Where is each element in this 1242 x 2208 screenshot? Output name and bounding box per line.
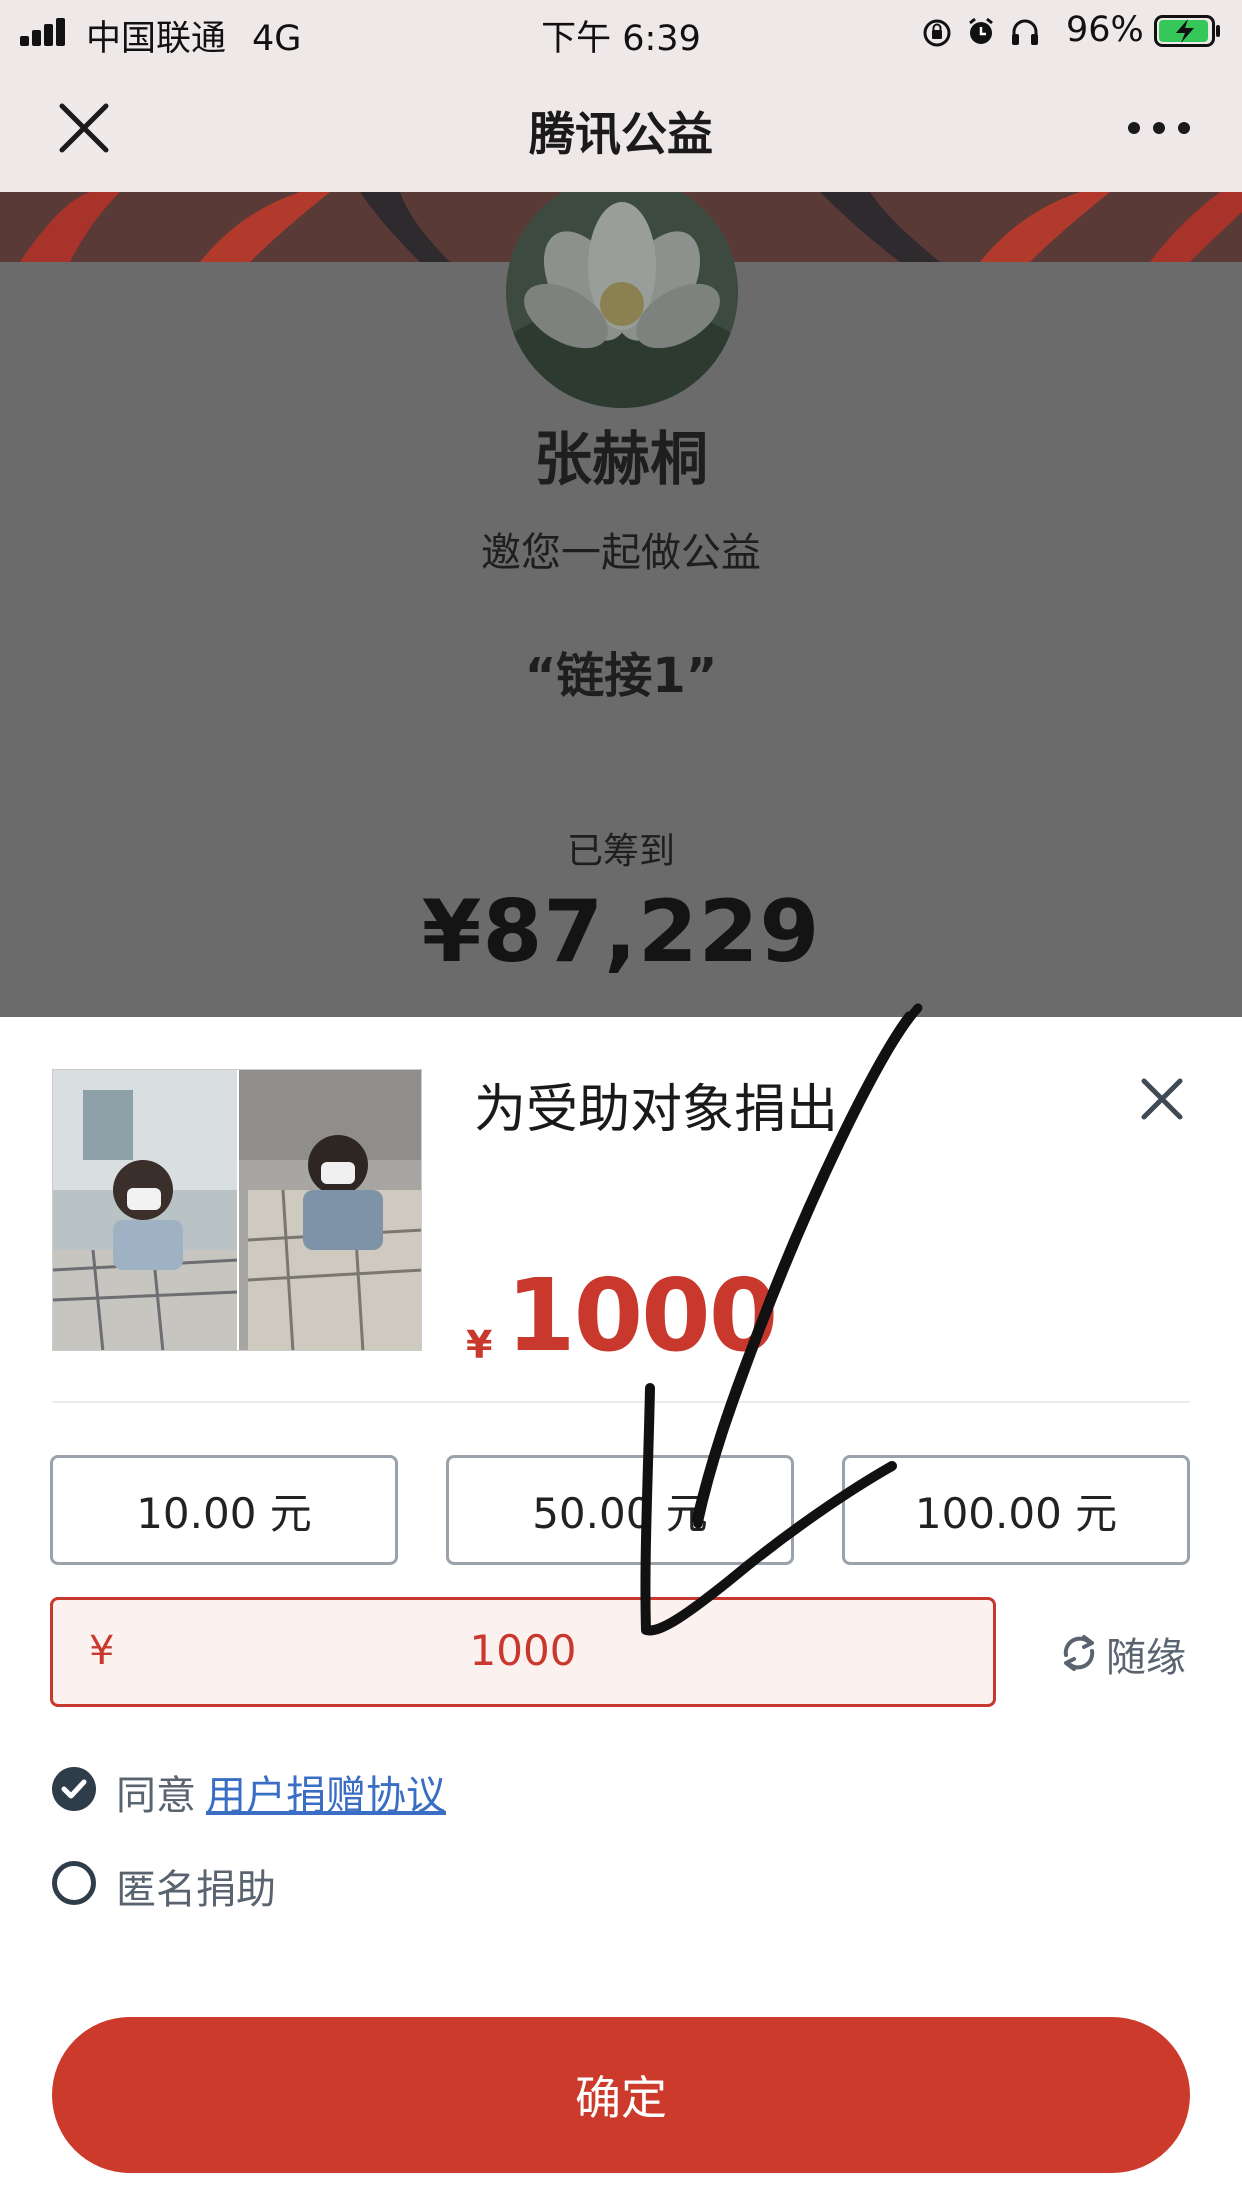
orientation-lock-icon (923, 19, 951, 47)
confirm-button[interactable]: 确定 (52, 2017, 1190, 2173)
headphones-icon (1012, 19, 1038, 45)
battery-charging-icon (1154, 15, 1220, 47)
divider (52, 1401, 1190, 1403)
avatar (506, 192, 738, 408)
preset-amount-button[interactable]: 10.00 元 (50, 1455, 398, 1565)
preset-amount-button[interactable]: 100.00 元 (842, 1455, 1190, 1565)
donation-sheet: 为受助对象捐出 ¥ 1000 10.00 元 50.00 元 100.00 元 … (0, 1017, 1242, 2208)
refresh-icon (1063, 1635, 1095, 1671)
check-circle-icon[interactable] (52, 1767, 96, 1811)
anonymous-label: 匿名捐助 (116, 1867, 276, 1913)
invite-text: 邀您一起做公益 (481, 530, 761, 576)
more-icon[interactable] (1126, 114, 1192, 142)
close-icon[interactable] (1138, 1075, 1186, 1123)
nav-title: 腾讯公益 (529, 107, 713, 161)
raised-label: 已筹到 (566, 831, 675, 872)
anonymous-checkbox-row[interactable]: 匿名捐助 (52, 1857, 452, 1913)
amount-value: 1000 (506, 1257, 778, 1374)
preset-amount-button[interactable]: 50.00 元 (446, 1455, 794, 1565)
status-icons (922, 16, 1042, 48)
status-bar: 中国联通 4G 下午 6:39 96% (0, 0, 1242, 62)
input-value: 1000 (469, 1626, 577, 1675)
raised-amount: ¥87,229 (421, 882, 821, 982)
battery-percent: 96% (1066, 10, 1144, 50)
alarm-icon (969, 17, 993, 44)
sheet-title: 为受助对象捐出 (474, 1080, 839, 1140)
background-page: 张赫桐 邀您一起做公益 “链接1” 已筹到 ¥87,229 (0, 192, 1242, 1017)
status-time: 下午 6:39 (541, 19, 701, 59)
random-amount-button[interactable]: 随缘 (1058, 1625, 1198, 1681)
agree-checkbox-row[interactable]: 同意 用户捐赠协议 (52, 1763, 652, 1819)
donation-agreement-link[interactable]: 用户捐赠协议 (206, 1763, 446, 1821)
radio-empty-icon[interactable] (52, 1861, 96, 1905)
donor-name: 张赫桐 (533, 425, 708, 493)
nav-bar: 腾讯公益 (0, 62, 1242, 192)
random-label: 随缘 (1106, 1635, 1186, 1681)
beneficiary-photo (52, 1069, 422, 1351)
project-quote: “链接1” (524, 648, 718, 704)
agree-label: 同意 (116, 1773, 196, 1819)
amount-currency: ¥ (466, 1323, 493, 1367)
custom-amount-input[interactable]: ¥ 1000 (50, 1597, 996, 1707)
